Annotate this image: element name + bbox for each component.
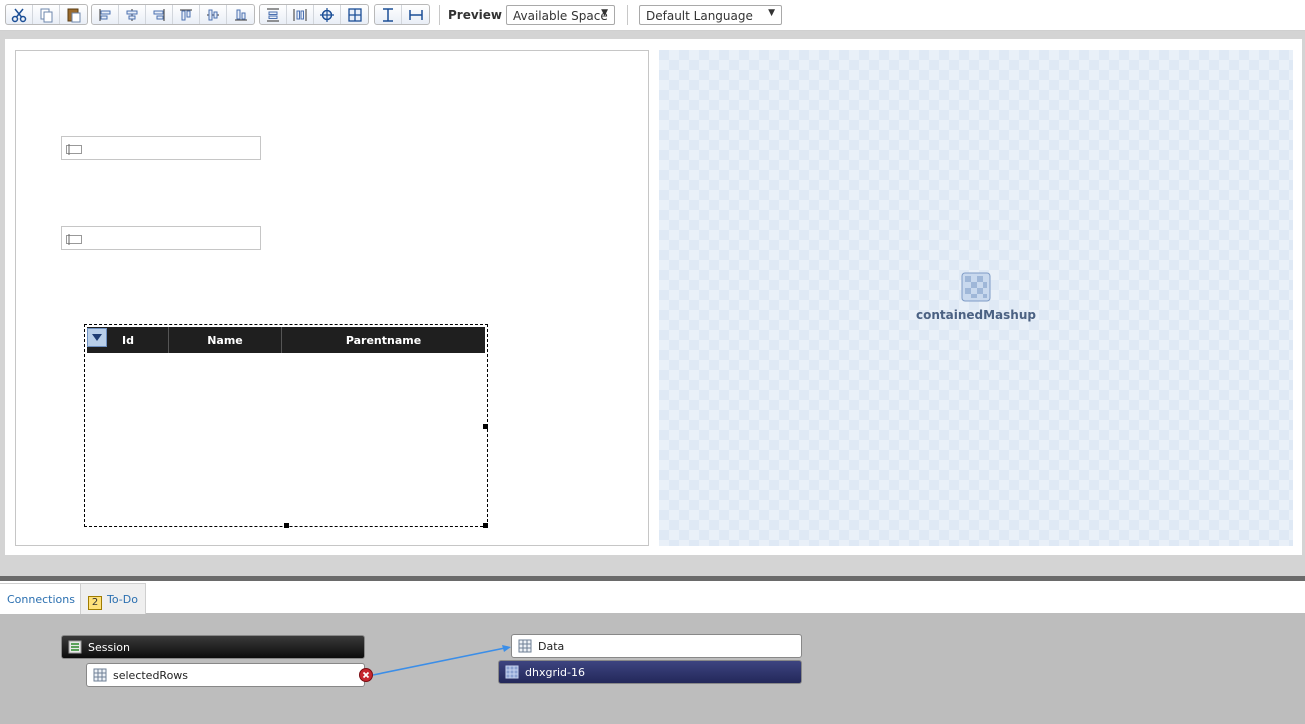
textbox-icon xyxy=(66,234,82,245)
grid-header-name[interactable]: Name xyxy=(169,327,282,353)
cut-icon xyxy=(11,8,27,22)
size-group xyxy=(374,4,430,25)
chevron-down-icon: ▼ xyxy=(768,8,775,18)
grid-header: Id Name Parentname xyxy=(87,327,485,353)
tab-label: Connections xyxy=(7,593,75,606)
same-height-icon xyxy=(383,7,393,22)
align-bottom-icon xyxy=(234,9,247,21)
same-width-button[interactable] xyxy=(402,5,429,24)
toolbar: Preview Available Space ▼ Default Langua… xyxy=(0,0,1305,31)
dhxgrid-node[interactable]: dhxgrid-16 xyxy=(498,660,802,684)
align-left-button[interactable] xyxy=(92,5,119,24)
align-top-button[interactable] xyxy=(173,5,200,24)
contained-mashup-label: containedMashup xyxy=(916,308,1036,322)
grid-layout-icon xyxy=(347,7,362,22)
align-bottom-button[interactable] xyxy=(227,5,254,24)
dhxgrid-label: dhxgrid-16 xyxy=(525,665,585,679)
grid-widget[interactable]: Id Name Parentname xyxy=(84,324,488,527)
triangle-down-icon xyxy=(92,334,102,341)
toolbar-separator xyxy=(439,5,440,25)
grid-menu-button[interactable] xyxy=(87,328,107,347)
resize-handle-right[interactable] xyxy=(483,424,488,429)
align-top-icon xyxy=(180,8,192,20)
center-button[interactable] xyxy=(314,5,341,24)
toolbar-separator xyxy=(627,5,628,25)
contained-mashup-panel[interactable]: containedMashup xyxy=(659,50,1293,546)
language-select-value: Default Language xyxy=(646,9,753,23)
todo-count-badge: 2 xyxy=(88,596,102,610)
connections-area: Session selectedRows Data dhxgrid-16 xyxy=(0,614,1305,724)
resize-handle-bottom[interactable] xyxy=(284,523,289,528)
paste-button[interactable] xyxy=(60,5,87,24)
paste-icon xyxy=(67,8,80,22)
align-center-button[interactable] xyxy=(119,5,146,24)
align-middle-button[interactable] xyxy=(200,5,227,24)
preview-label: Preview xyxy=(448,8,503,22)
grid-column-label: Id xyxy=(122,333,134,347)
distribute-horizontal-button[interactable] xyxy=(287,5,314,24)
data-node[interactable]: Data xyxy=(511,634,802,658)
language-select[interactable]: Default Language ▼ xyxy=(639,5,782,25)
tab-todo[interactable]: 2 To-Do xyxy=(80,583,146,614)
chevron-down-icon: ▼ xyxy=(601,8,608,18)
mashup-icon xyxy=(961,272,991,302)
textbox-icon xyxy=(66,144,82,155)
grid-icon xyxy=(505,665,519,679)
connection-wire[interactable] xyxy=(0,614,520,694)
clipboard-group xyxy=(5,4,88,25)
same-height-button[interactable] xyxy=(375,5,402,24)
grid-header-id[interactable]: Id xyxy=(87,327,169,353)
grid-column-label: Name xyxy=(207,333,243,347)
align-right-icon xyxy=(153,8,165,21)
tab-connections[interactable]: Connections xyxy=(0,583,83,614)
copy-button[interactable] xyxy=(33,5,60,24)
data-label: Data xyxy=(538,639,565,653)
space-select-value: Available Space xyxy=(513,9,608,23)
distribute-vertical-button[interactable] xyxy=(260,5,287,24)
align-right-button[interactable] xyxy=(146,5,173,24)
table-icon xyxy=(518,639,532,653)
space-select[interactable]: Available Space ▼ xyxy=(506,5,615,25)
copy-icon xyxy=(40,8,53,22)
align-left-icon xyxy=(99,8,111,21)
center-icon xyxy=(320,7,334,22)
layout-group xyxy=(259,4,369,25)
text-box-widget[interactable] xyxy=(61,136,261,160)
grid-column-label: Parentname xyxy=(345,333,422,347)
distribute-horizontal-icon xyxy=(293,8,307,21)
grid-layout-button[interactable] xyxy=(341,5,368,24)
align-center-icon xyxy=(126,8,138,21)
align-group xyxy=(91,4,255,25)
tab-label: To-Do xyxy=(107,593,138,606)
grid-header-parentname[interactable]: Parentname xyxy=(282,327,485,353)
same-width-icon xyxy=(408,9,423,20)
distribute-vertical-icon xyxy=(267,7,279,22)
cut-button[interactable] xyxy=(6,5,33,24)
text-box-widget[interactable] xyxy=(61,226,261,250)
bottom-tabbar: Connections 2 To-Do xyxy=(0,581,1305,614)
align-middle-icon xyxy=(207,9,219,20)
resize-handle-corner[interactable] xyxy=(483,523,488,528)
